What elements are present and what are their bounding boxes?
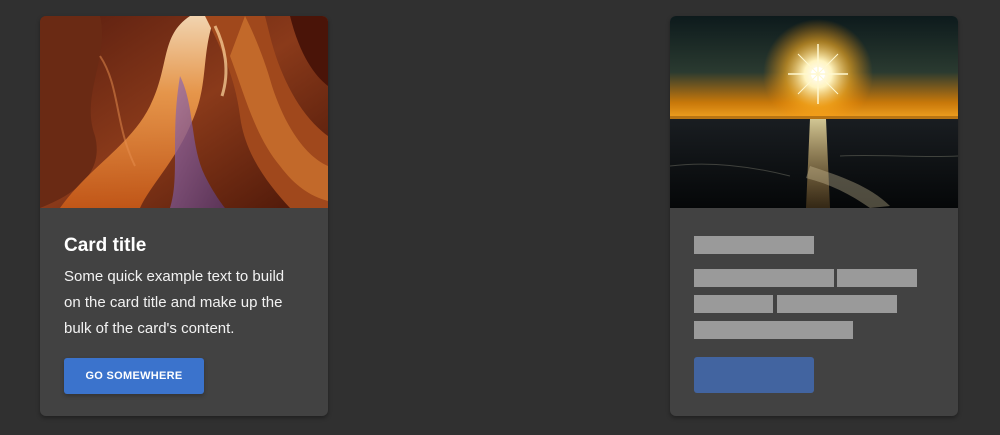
- card-image-canyon: [40, 16, 328, 208]
- placeholder-card: [670, 16, 958, 416]
- placeholder-button: [694, 357, 814, 393]
- card-text: Some quick example text to build on the …: [64, 268, 285, 337]
- card-title: Card title: [64, 235, 147, 256]
- card-image-sunset: [670, 16, 958, 208]
- placeholder-line: [694, 321, 853, 339]
- placeholder-line: [777, 295, 897, 313]
- go-somewhere-button[interactable]: GO SOMEWHERE: [64, 358, 204, 394]
- placeholder-line: [837, 269, 917, 287]
- placeholder-title: [694, 236, 814, 254]
- card: Card title Some quick example text to bu…: [40, 16, 328, 416]
- page: Card title Some quick example text to bu…: [0, 0, 1000, 435]
- placeholder-line: [694, 295, 773, 313]
- placeholder-line: [694, 269, 834, 287]
- card-body: Card title Some quick example text to bu…: [40, 208, 328, 394]
